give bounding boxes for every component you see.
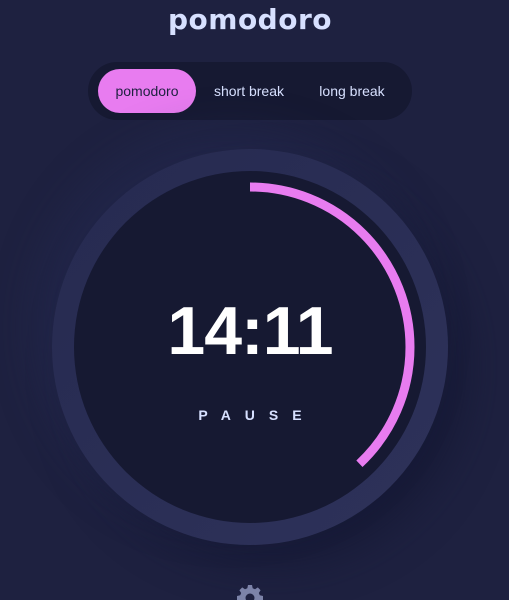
- timer-clock: 14:11 PAUSE: [52, 149, 448, 545]
- gear-icon[interactable]: [236, 584, 264, 600]
- timer-display: 14:11: [167, 293, 333, 369]
- pause-button[interactable]: PAUSE: [74, 407, 426, 423]
- timer-face: 14:11 PAUSE: [74, 171, 426, 523]
- tab-pomodoro[interactable]: pomodoro: [98, 69, 196, 113]
- mode-tabs: pomodoro short break long break: [88, 62, 412, 120]
- tab-long-break[interactable]: long break: [302, 69, 402, 113]
- tab-short-break[interactable]: short break: [198, 69, 300, 113]
- app-title: pomodoro: [167, 3, 332, 36]
- pomodoro-app: pomodoro pomodoro short break long break…: [0, 0, 509, 600]
